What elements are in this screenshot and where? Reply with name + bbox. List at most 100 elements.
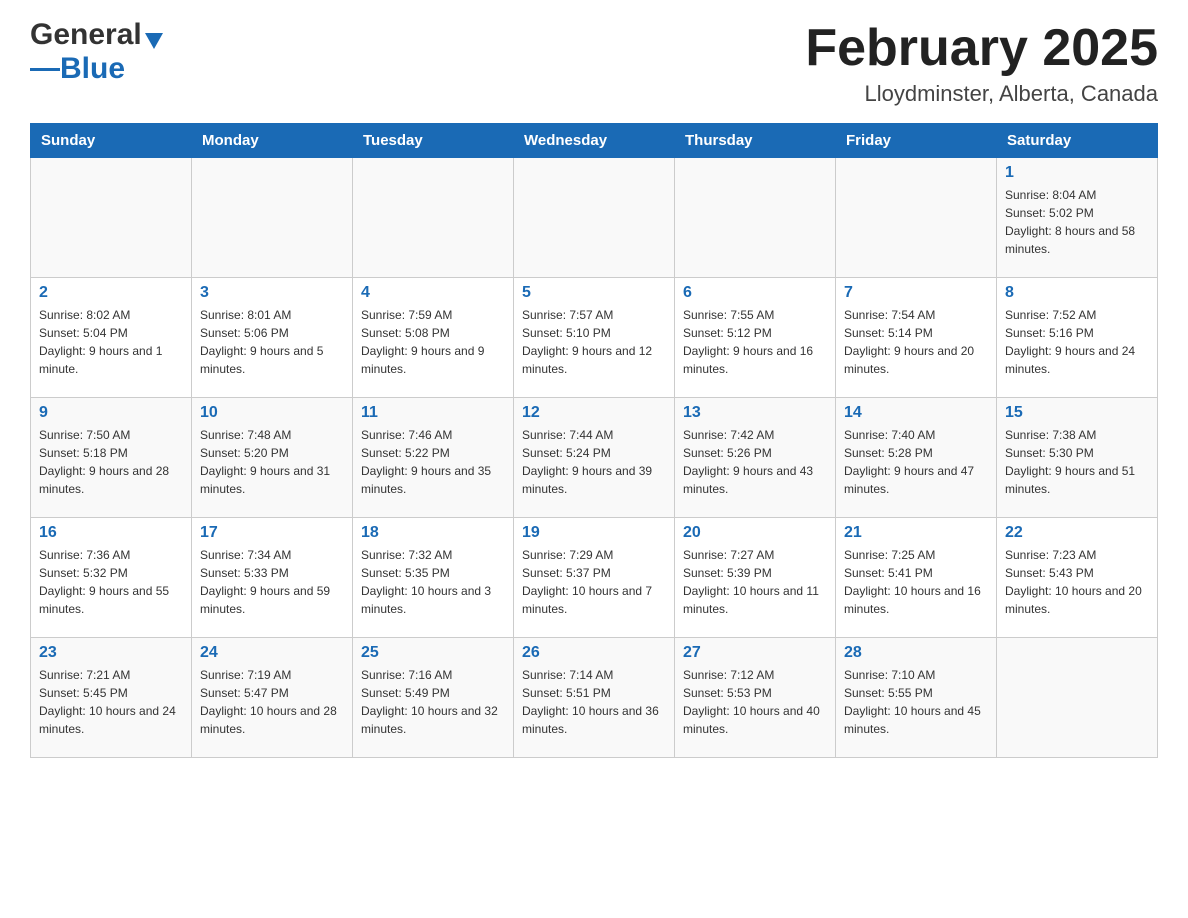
calendar-cell: 6Sunrise: 7:55 AM Sunset: 5:12 PM Daylig… xyxy=(675,278,836,398)
day-header-wednesday: Wednesday xyxy=(514,124,675,158)
calendar-cell: 28 Sunrise: 7:10 AM Sunset: 5:55 PM Dayli… xyxy=(836,638,997,758)
day-number: 6 xyxy=(683,284,827,302)
day-number: 16 xyxy=(39,524,183,542)
day-number: 17 xyxy=(200,524,344,542)
day-header-tuesday: Tuesday xyxy=(353,124,514,158)
day-info: Sunrise: 7:14 AM Sunset: 5:51 PM Dayligh… xyxy=(522,666,666,738)
day-number: 13 xyxy=(683,404,827,422)
day-info: Sunrise: 7:25 AM Sunset: 5:41 PM Dayligh… xyxy=(844,546,988,618)
calendar-cell xyxy=(675,158,836,278)
day-info: Sunrise: 7:52 AM Sunset: 5:16 PM Dayligh… xyxy=(1005,306,1149,378)
calendar-cell: 21 Sunrise: 7:25 AM Sunset: 5:41 PM Dayli… xyxy=(836,518,997,638)
calendar-cell: 23Sunrise: 7:21 AM Sunset: 5:45 PM Dayli… xyxy=(31,638,192,758)
calendar-cell: 9Sunrise: 7:50 AM Sunset: 5:18 PM Daylig… xyxy=(31,398,192,518)
day-header-saturday: Saturday xyxy=(997,124,1158,158)
day-info: Sunrise: 7:59 AM Sunset: 5:08 PM Dayligh… xyxy=(361,306,505,378)
day-header-thursday: Thursday xyxy=(675,124,836,158)
calendar-cell: 27 Sunrise: 7:12 AM Sunset: 5:53 PM Dayli… xyxy=(675,638,836,758)
day-info: Sunrise: 7:57 AM Sunset: 5:10 PM Dayligh… xyxy=(522,306,666,378)
day-info: Sunrise: 8:02 AM Sunset: 5:04 PM Dayligh… xyxy=(39,306,183,378)
day-info: Sunrise: 7:27 AM Sunset: 5:39 PM Dayligh… xyxy=(683,546,827,618)
day-info: Sunrise: 7:29 AM Sunset: 5:37 PM Dayligh… xyxy=(522,546,666,618)
day-number: 4 xyxy=(361,284,505,302)
calendar-cell xyxy=(836,158,997,278)
day-number: 7 xyxy=(844,284,988,302)
calendar-cell: 19Sunrise: 7:29 AM Sunset: 5:37 PM Dayli… xyxy=(514,518,675,638)
day-number: 5 xyxy=(522,284,666,302)
calendar-cell: 15 Sunrise: 7:38 AM Sunset: 5:30 PM Dayli… xyxy=(997,398,1158,518)
calendar-cell: 20 Sunrise: 7:27 AM Sunset: 5:39 PM Dayli… xyxy=(675,518,836,638)
day-info: Sunrise: 8:01 AM Sunset: 5:06 PM Dayligh… xyxy=(200,306,344,378)
day-number: 3 xyxy=(200,284,344,302)
day-number: 27 xyxy=(683,644,827,662)
day-number: 12 xyxy=(522,404,666,422)
calendar-cell: 7 Sunrise: 7:54 AM Sunset: 5:14 PM Daylig… xyxy=(836,278,997,398)
calendar-header-row: SundayMondayTuesdayWednesdayThursdayFrid… xyxy=(31,124,1158,158)
day-info: Sunrise: 7:38 AM Sunset: 5:30 PM Dayligh… xyxy=(1005,426,1149,498)
calendar-week-row: 23Sunrise: 7:21 AM Sunset: 5:45 PM Dayli… xyxy=(31,638,1158,758)
calendar-cell xyxy=(31,158,192,278)
day-number: 20 xyxy=(683,524,827,542)
calendar-cell: 24 Sunrise: 7:19 AM Sunset: 5:47 PM Dayli… xyxy=(192,638,353,758)
logo: General Blue xyxy=(30,20,163,86)
calendar-table: SundayMondayTuesdayWednesdayThursdayFrid… xyxy=(30,123,1158,758)
day-number: 2 xyxy=(39,284,183,302)
day-info: Sunrise: 7:50 AM Sunset: 5:18 PM Dayligh… xyxy=(39,426,183,498)
day-number: 10 xyxy=(200,404,344,422)
logo-general: General xyxy=(30,20,142,50)
title-area: February 2025 Lloydminster, Alberta, Can… xyxy=(805,20,1158,107)
day-number: 24 xyxy=(200,644,344,662)
day-number: 25 xyxy=(361,644,505,662)
calendar-cell xyxy=(192,158,353,278)
day-header-friday: Friday xyxy=(836,124,997,158)
day-info: Sunrise: 7:16 AM Sunset: 5:49 PM Dayligh… xyxy=(361,666,505,738)
day-info: Sunrise: 7:44 AM Sunset: 5:24 PM Dayligh… xyxy=(522,426,666,498)
calendar-cell: 22 Sunrise: 7:23 AM Sunset: 5:43 PM Dayli… xyxy=(997,518,1158,638)
day-info: Sunrise: 7:46 AM Sunset: 5:22 PM Dayligh… xyxy=(361,426,505,498)
calendar-cell: 26Sunrise: 7:14 AM Sunset: 5:51 PM Dayli… xyxy=(514,638,675,758)
calendar-cell: 12 Sunrise: 7:44 AM Sunset: 5:24 PM Dayli… xyxy=(514,398,675,518)
calendar-cell: 18 Sunrise: 7:32 AM Sunset: 5:35 PM Dayli… xyxy=(353,518,514,638)
calendar-cell: 11 Sunrise: 7:46 AM Sunset: 5:22 PM Dayli… xyxy=(353,398,514,518)
day-number: 28 xyxy=(844,644,988,662)
calendar-cell: 4 Sunrise: 7:59 AM Sunset: 5:08 PM Daylig… xyxy=(353,278,514,398)
calendar-cell: 8 Sunrise: 7:52 AM Sunset: 5:16 PM Daylig… xyxy=(997,278,1158,398)
calendar-week-row: 1 Sunrise: 8:04 AM Sunset: 5:02 PM Daylig… xyxy=(31,158,1158,278)
day-info: Sunrise: 7:12 AM Sunset: 5:53 PM Dayligh… xyxy=(683,666,827,738)
day-info: Sunrise: 7:54 AM Sunset: 5:14 PM Dayligh… xyxy=(844,306,988,378)
day-info: Sunrise: 7:48 AM Sunset: 5:20 PM Dayligh… xyxy=(200,426,344,498)
calendar-cell xyxy=(997,638,1158,758)
day-info: Sunrise: 8:04 AM Sunset: 5:02 PM Dayligh… xyxy=(1005,186,1149,258)
calendar-cell: 5 Sunrise: 7:57 AM Sunset: 5:10 PM Daylig… xyxy=(514,278,675,398)
day-info: Sunrise: 7:40 AM Sunset: 5:28 PM Dayligh… xyxy=(844,426,988,498)
location: Lloydminster, Alberta, Canada xyxy=(805,81,1158,107)
day-info: Sunrise: 7:42 AM Sunset: 5:26 PM Dayligh… xyxy=(683,426,827,498)
day-number: 1 xyxy=(1005,164,1149,182)
logo-blue: Blue xyxy=(60,52,125,86)
day-number: 15 xyxy=(1005,404,1149,422)
page-header: General Blue February 2025 Lloydminster,… xyxy=(30,20,1158,107)
day-number: 11 xyxy=(361,404,505,422)
day-header-sunday: Sunday xyxy=(31,124,192,158)
month-title: February 2025 xyxy=(805,20,1158,77)
calendar-cell: 10 Sunrise: 7:48 AM Sunset: 5:20 PM Dayli… xyxy=(192,398,353,518)
calendar-cell: 13 Sunrise: 7:42 AM Sunset: 5:26 PM Dayli… xyxy=(675,398,836,518)
calendar-cell xyxy=(353,158,514,278)
calendar-week-row: 16Sunrise: 7:36 AM Sunset: 5:32 PM Dayli… xyxy=(31,518,1158,638)
calendar-cell: 25 Sunrise: 7:16 AM Sunset: 5:49 PM Dayli… xyxy=(353,638,514,758)
day-header-monday: Monday xyxy=(192,124,353,158)
calendar-cell: 17 Sunrise: 7:34 AM Sunset: 5:33 PM Dayli… xyxy=(192,518,353,638)
day-number: 18 xyxy=(361,524,505,542)
day-info: Sunrise: 7:34 AM Sunset: 5:33 PM Dayligh… xyxy=(200,546,344,618)
day-info: Sunrise: 7:19 AM Sunset: 5:47 PM Dayligh… xyxy=(200,666,344,738)
day-info: Sunrise: 7:21 AM Sunset: 5:45 PM Dayligh… xyxy=(39,666,183,738)
calendar-cell: 1 Sunrise: 8:04 AM Sunset: 5:02 PM Daylig… xyxy=(997,158,1158,278)
day-info: Sunrise: 7:10 AM Sunset: 5:55 PM Dayligh… xyxy=(844,666,988,738)
day-number: 8 xyxy=(1005,284,1149,302)
day-info: Sunrise: 7:32 AM Sunset: 5:35 PM Dayligh… xyxy=(361,546,505,618)
day-info: Sunrise: 7:23 AM Sunset: 5:43 PM Dayligh… xyxy=(1005,546,1149,618)
calendar-week-row: 2 Sunrise: 8:02 AM Sunset: 5:04 PM Daylig… xyxy=(31,278,1158,398)
day-number: 22 xyxy=(1005,524,1149,542)
calendar-cell: 14Sunrise: 7:40 AM Sunset: 5:28 PM Dayli… xyxy=(836,398,997,518)
day-number: 21 xyxy=(844,524,988,542)
